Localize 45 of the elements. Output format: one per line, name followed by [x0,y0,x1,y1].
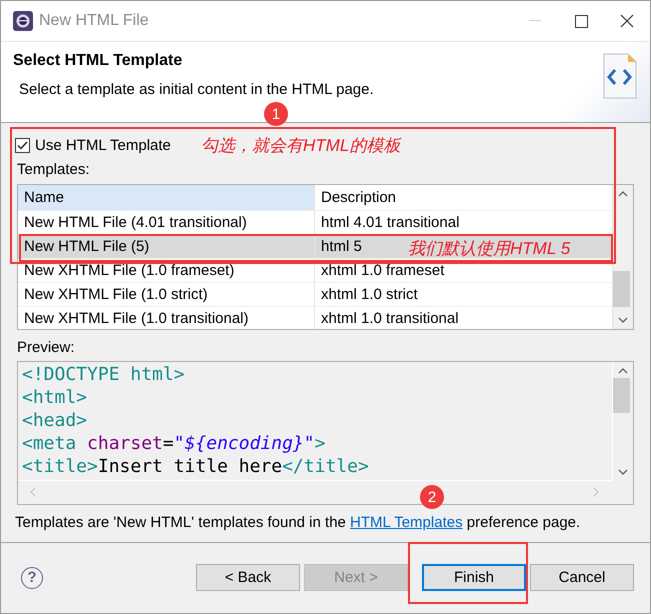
scrollbar-thumb[interactable] [613,378,630,413]
scroll-down-icon[interactable] [618,317,628,323]
scroll-down-icon[interactable] [618,469,628,475]
templates-label: Templates: [17,161,91,178]
html-file-icon [602,53,638,99]
template-description: html 5 [321,238,362,255]
close-icon[interactable] [620,14,634,28]
table-row[interactable]: New XHTML File (1.0 frameset) xhtml 1.0 frameset [18,259,613,283]
code-line: <head> [22,409,88,432]
maximize-icon[interactable] [574,14,588,28]
help-icon[interactable]: ? [21,566,43,588]
template-description: xhtml 1.0 frameset [321,262,444,279]
code-line: <meta charset="${encoding}"> [22,432,326,455]
template-description: html 4.01 transitional [321,214,460,231]
page-description: Select a template as initial content in the HTML page. [19,81,375,98]
template-description: xhtml 1.0 transitional [321,310,459,327]
column-header[interactable]: Description [315,185,613,211]
checkbox-label[interactable]: Use HTML Template [35,136,171,154]
templates-link[interactable]: HTML Templates [350,514,463,531]
page-title: Select HTML Template [13,52,184,70]
table-scrollbar[interactable] [613,185,633,329]
code-line: <html> [22,386,88,409]
template-name: New XHTML File (1.0 strict) [24,286,208,303]
checkbox[interactable] [15,138,30,152]
preview-label: Preview: [17,339,76,356]
scrollbar-thumb[interactable] [613,271,630,307]
table-row[interactable]: New XHTML File (1.0 strict) xhtml 1.0 strict [18,283,613,307]
template-description: xhtml 1.0 strict [321,286,418,303]
annotation-note: 我们默认使用HTML 5 [408,238,570,260]
code-line: <title>Insert title here</title> [22,455,369,478]
scroll-up-icon[interactable] [618,191,628,197]
dialog-button[interactable]: < Back [196,564,300,591]
window-title: New HTML File [39,12,150,30]
dialog-button[interactable]: Cancel [530,564,634,591]
template-name: New XHTML File (1.0 frameset) [24,262,234,279]
template-name: New HTML File (4.01 transitional) [24,214,247,231]
template-name: New XHTML File (1.0 transitional) [24,310,249,327]
column-header[interactable]: Name [18,185,315,211]
app-icon [13,11,33,31]
footer-note: Templates are 'New HTML' templates found in the HTML Templates preference page. [15,514,582,531]
scroll-up-icon[interactable] [618,368,628,374]
code-line: <!DOCTYPE html> [22,363,185,386]
template-name: New HTML File (5) [24,238,150,255]
annotation-note: 勾选，就会有HTML的模板 [201,135,400,157]
dialog-button[interactable]: Finish [422,564,526,591]
